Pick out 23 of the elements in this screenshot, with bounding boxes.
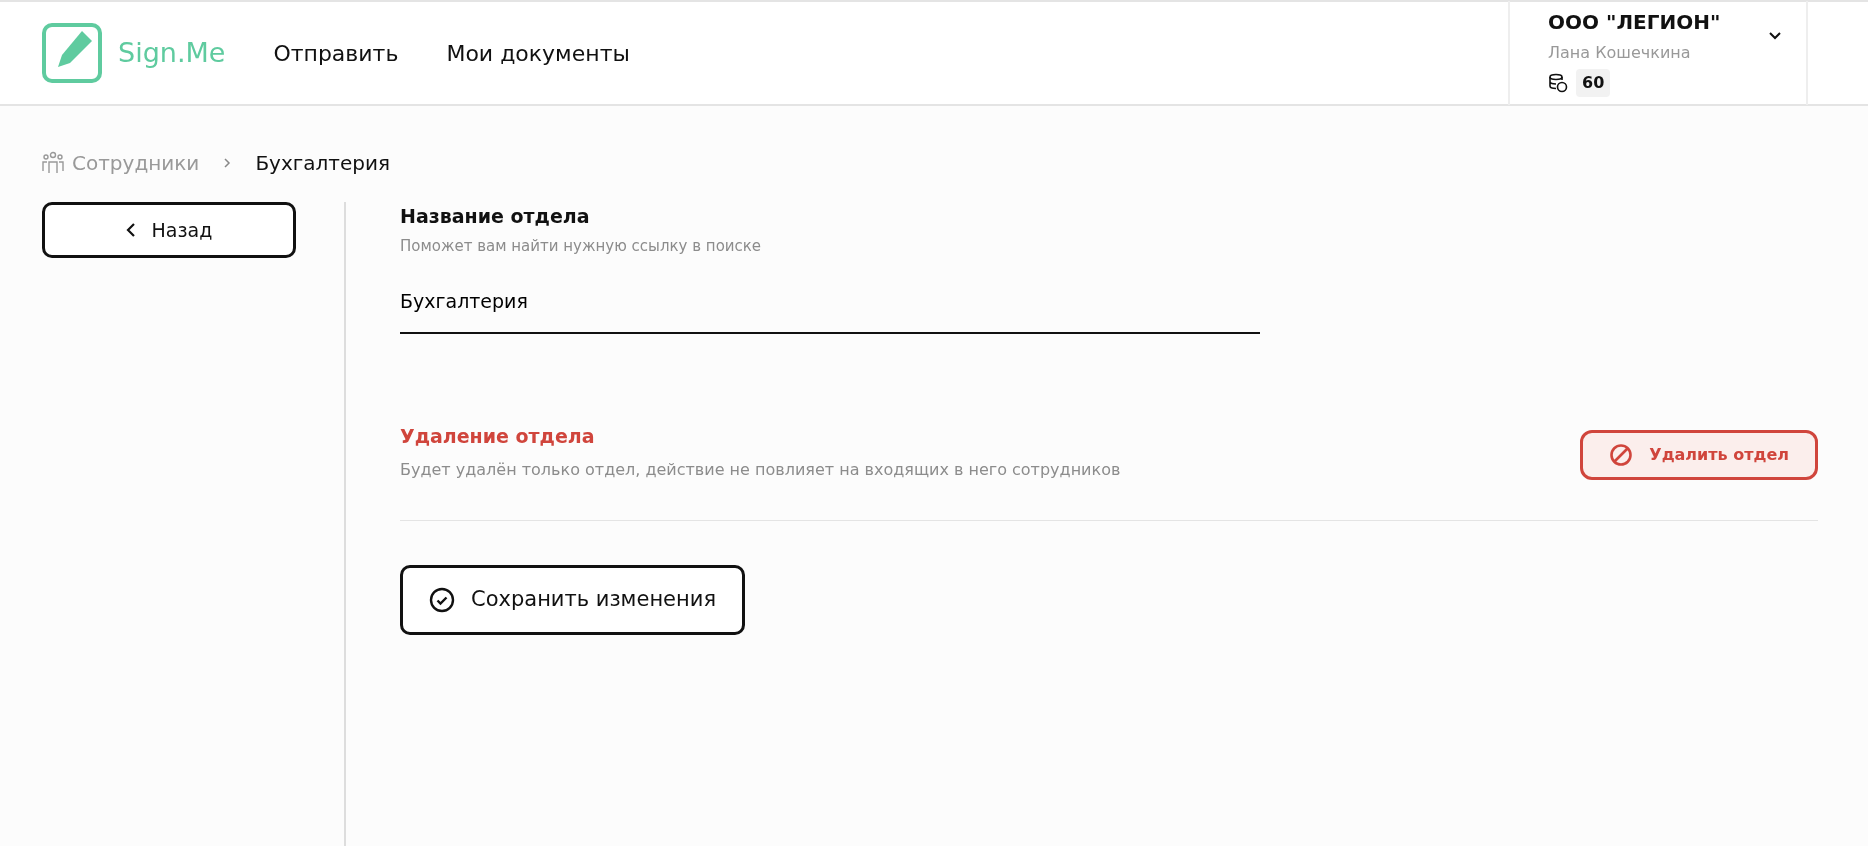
people-icon <box>42 151 64 175</box>
balance-count: 60 <box>1576 69 1611 97</box>
chevron-left-icon <box>125 222 136 238</box>
section-hint: Поможет вам найти нужную ссылку в поиске <box>400 235 763 257</box>
check-circle-icon <box>429 586 455 613</box>
prohibited-icon <box>1609 442 1634 467</box>
coins-icon <box>1548 73 1568 93</box>
logo-text: Sign.Me <box>118 35 226 70</box>
back-button[interactable]: Назад <box>42 202 296 258</box>
logo-icon <box>42 23 102 83</box>
company-name: ООО "ЛЕГИОН" <box>1548 9 1722 36</box>
delete-button[interactable]: Удалить отдел <box>1580 429 1818 480</box>
chevron-right-icon <box>223 158 232 168</box>
section-title: Удаление отдела <box>400 423 596 449</box>
nav-link[interactable]: Мои документы <box>446 36 630 70</box>
breadcrumb-current: Бухгалтерия <box>255 150 390 177</box>
section-description: Будет удалён только отдел, действие не повлияет на входящих в него сотрудников <box>400 459 1121 481</box>
save-button[interactable]: Сохранить изменения <box>400 565 746 635</box>
section-title: Название отдела <box>400 204 591 229</box>
user-name: Лана Кошечкина <box>1548 42 1692 64</box>
department-name-field[interactable]: Бухгалтерия <box>400 273 1260 334</box>
nav-link[interactable]: Отправить <box>273 36 399 70</box>
chevron-down-icon[interactable] <box>1768 31 1782 41</box>
